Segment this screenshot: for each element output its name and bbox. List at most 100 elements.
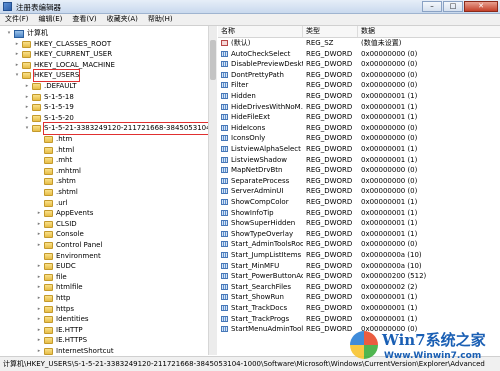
tree-node-label[interactable]: 计算机 (27, 28, 48, 39)
tree-node-label[interactable]: .mht (56, 155, 72, 166)
tree-node-label[interactable]: IE.HTTP (56, 325, 83, 336)
expand-arrow-icon[interactable]: ▸ (14, 49, 20, 60)
tree-node[interactable]: .html (36, 145, 74, 156)
tree-node-label[interactable]: htmlfile (56, 282, 83, 293)
tree-node-label[interactable]: AppEvents (56, 208, 93, 219)
value-row[interactable]: IconsOnly REG_DWORD 0x00000000 (0) (218, 133, 500, 144)
menu-file[interactable]: 文件(F) (0, 14, 34, 25)
collapse-arrow-icon[interactable]: ▾ (14, 70, 20, 81)
close-button[interactable]: ✕ (464, 1, 498, 12)
value-row[interactable]: Hidden REG_DWORD 0x00000001 (1) (218, 91, 500, 102)
tree-node-label[interactable]: HKEY_LOCAL_MACHINE (34, 60, 115, 71)
tree-node[interactable]: ▸ S-1-5-18 (24, 92, 74, 103)
tree-node[interactable]: .mht (36, 155, 72, 166)
expand-arrow-icon[interactable]: ▸ (24, 92, 30, 103)
tree-node[interactable]: ▸ AppEvents (36, 208, 93, 219)
tree-node[interactable]: ▸ .DEFAULT (24, 81, 77, 92)
expand-arrow-icon[interactable]: ▸ (14, 60, 20, 71)
value-row[interactable]: HideDrivesWithNoM... REG_DWORD 0x00000001 … (218, 102, 500, 113)
column-data-header[interactable]: 数据 (358, 26, 500, 37)
tree-node-label[interactable]: HKEY_CLASSES_ROOT (34, 39, 111, 50)
value-row[interactable]: ListviewAlphaSelect REG_DWORD 0x00000001 (… (218, 144, 500, 155)
tree-node-label[interactable]: InternetShortcut (56, 346, 114, 355)
expand-arrow-icon[interactable]: ▸ (24, 81, 30, 92)
collapse-arrow-icon[interactable]: ▾ (6, 28, 12, 39)
expand-arrow-icon[interactable]: ▸ (36, 219, 42, 230)
tree-node-label[interactable]: HKEY_CURRENT_USER (34, 49, 112, 60)
value-row[interactable]: ShowCompColor REG_DWORD 0x00000001 (1) (218, 197, 500, 208)
expand-arrow-icon[interactable]: ▸ (36, 272, 42, 283)
tree-node[interactable]: .mhtml (36, 166, 81, 177)
tree-node[interactable]: ▾ S-1-5-21-3383249120-211721668-384505310… (24, 122, 208, 136)
tree-scrollbar-thumb[interactable] (210, 40, 216, 80)
expand-arrow-icon[interactable]: ▸ (36, 325, 42, 336)
tree-node[interactable]: ▸ HKEY_LOCAL_MACHINE (14, 60, 115, 71)
tree-node[interactable]: ▸ https (36, 304, 74, 315)
value-row[interactable]: ShowTypeOverlay REG_DWORD 0x00000001 (1) (218, 229, 500, 240)
tree-node-label[interactable]: IE.HTTPS (56, 335, 87, 346)
value-row[interactable]: DontPrettyPath REG_DWORD 0x00000000 (0) (218, 70, 500, 81)
tree-node-label[interactable]: .shtm (56, 176, 76, 187)
minimize-button[interactable]: – (422, 1, 442, 12)
tree-node[interactable]: ▸ Console (36, 229, 84, 240)
tree-node[interactable]: ▸ HKEY_CLASSES_ROOT (14, 39, 111, 50)
tree-node-label[interactable]: Control Panel (56, 240, 102, 251)
tree-node-label[interactable]: CLSID (56, 219, 77, 230)
value-row[interactable]: ListviewShadow REG_DWORD 0x00000001 (1) (218, 155, 500, 166)
tree-node-label[interactable]: .html (56, 145, 74, 156)
title-bar[interactable]: 注册表编辑器 – □ ✕ (0, 0, 500, 14)
value-row[interactable]: Start_PowerButtonAc...REG_DWORD 0x0000020… (218, 271, 500, 282)
tree-node-label[interactable]: file (56, 272, 67, 283)
value-row[interactable]: SeparateProcess REG_DWORD 0x00000000 (0) (218, 176, 500, 187)
tree-node-label[interactable]: .shtml (56, 187, 78, 198)
value-row[interactable]: (默认) REG_SZ (数值未设置) (218, 38, 500, 49)
tree-node[interactable]: ▸ IE.HTTP (36, 325, 83, 336)
value-row[interactable]: AutoCheckSelect REG_DWORD 0x00000000 (0) (218, 49, 500, 60)
expand-arrow-icon[interactable]: ▸ (14, 39, 20, 50)
tree-node-label[interactable]: .htm (56, 134, 72, 145)
tree-node[interactable]: ▸ HKEY_CURRENT_USER (14, 49, 112, 60)
value-row[interactable]: Start_MinMFU REG_DWORD 0x0000000a (10) (218, 261, 500, 272)
tree-node[interactable]: ▸ Identities (36, 314, 89, 325)
column-name-header[interactable]: 名称 (218, 26, 303, 37)
tree-node[interactable]: ▸ CLSID (36, 219, 77, 230)
expand-arrow-icon[interactable]: ▸ (36, 229, 42, 240)
tree-node[interactable]: ▸ InternetShortcut (36, 346, 114, 355)
expand-arrow-icon[interactable]: ▸ (24, 102, 30, 113)
tree-node[interactable]: ▸ http (36, 293, 70, 304)
tree-node-label[interactable]: https (56, 304, 74, 315)
collapse-arrow-icon[interactable]: ▾ (24, 123, 30, 134)
tree-node-label[interactable]: EUDC (56, 261, 76, 272)
menu-edit[interactable]: 编辑(E) (34, 14, 68, 25)
expand-arrow-icon[interactable]: ▸ (36, 304, 42, 315)
value-row[interactable]: MapNetDrvBtn REG_DWORD 0x00000000 (0) (218, 165, 500, 176)
value-row[interactable]: Start_ShowRun REG_DWORD 0x00000001 (1) (218, 292, 500, 303)
expand-arrow-icon[interactable]: ▸ (36, 240, 42, 251)
value-row[interactable]: Start_TrackProgs REG_DWORD 0x00000001 (1) (218, 314, 500, 325)
value-row[interactable]: ShowSuperHidden REG_DWORD 0x00000001 (1) (218, 218, 500, 229)
tree-node[interactable]: ▸ IE.HTTPS (36, 335, 87, 346)
tree-node[interactable]: ▸ file (36, 272, 67, 283)
tree-node-label[interactable]: Console (56, 229, 84, 240)
tree-node-label[interactable]: Identities (56, 314, 89, 325)
expand-arrow-icon[interactable]: ▸ (36, 208, 42, 219)
value-row[interactable]: Start_AdminToolsRoot REG_DWORD 0x00000000 … (218, 239, 500, 250)
tree-node[interactable]: ▸ Control Panel (36, 240, 102, 251)
expand-arrow-icon[interactable]: ▸ (36, 346, 42, 355)
tree-node[interactable]: .shtml (36, 187, 78, 198)
expand-arrow-icon[interactable]: ▸ (36, 335, 42, 346)
expand-arrow-icon[interactable]: ▸ (24, 113, 30, 124)
tree-node[interactable]: ▸ EUDC (36, 261, 76, 272)
value-row[interactable]: Start_SearchFiles REG_DWORD 0x00000002 (2) (218, 282, 500, 293)
value-row[interactable]: Start_TrackDocs REG_DWORD 0x00000001 (1) (218, 303, 500, 314)
value-row[interactable]: ShowInfoTip REG_DWORD 0x00000001 (1) (218, 208, 500, 219)
tree-node-label[interactable]: .mhtml (56, 166, 81, 177)
tree-node-label[interactable]: S-1-5-20 (44, 113, 74, 124)
maximize-button[interactable]: □ (443, 1, 463, 12)
tree-node[interactable]: ▸ S-1-5-20 (24, 113, 74, 124)
tree-scrollbar[interactable] (208, 26, 217, 355)
values-list[interactable]: 名称 类型 数据 (默认) REG_SZ (数值未设置) AutoCheckSelec… (218, 26, 500, 355)
tree-node-label[interactable]: Environment (56, 251, 101, 262)
value-row[interactable]: ServerAdminUI REG_DWORD 0x00000000 (0) (218, 186, 500, 197)
tree-node[interactable]: ▸ S-1-5-19 (24, 102, 74, 113)
